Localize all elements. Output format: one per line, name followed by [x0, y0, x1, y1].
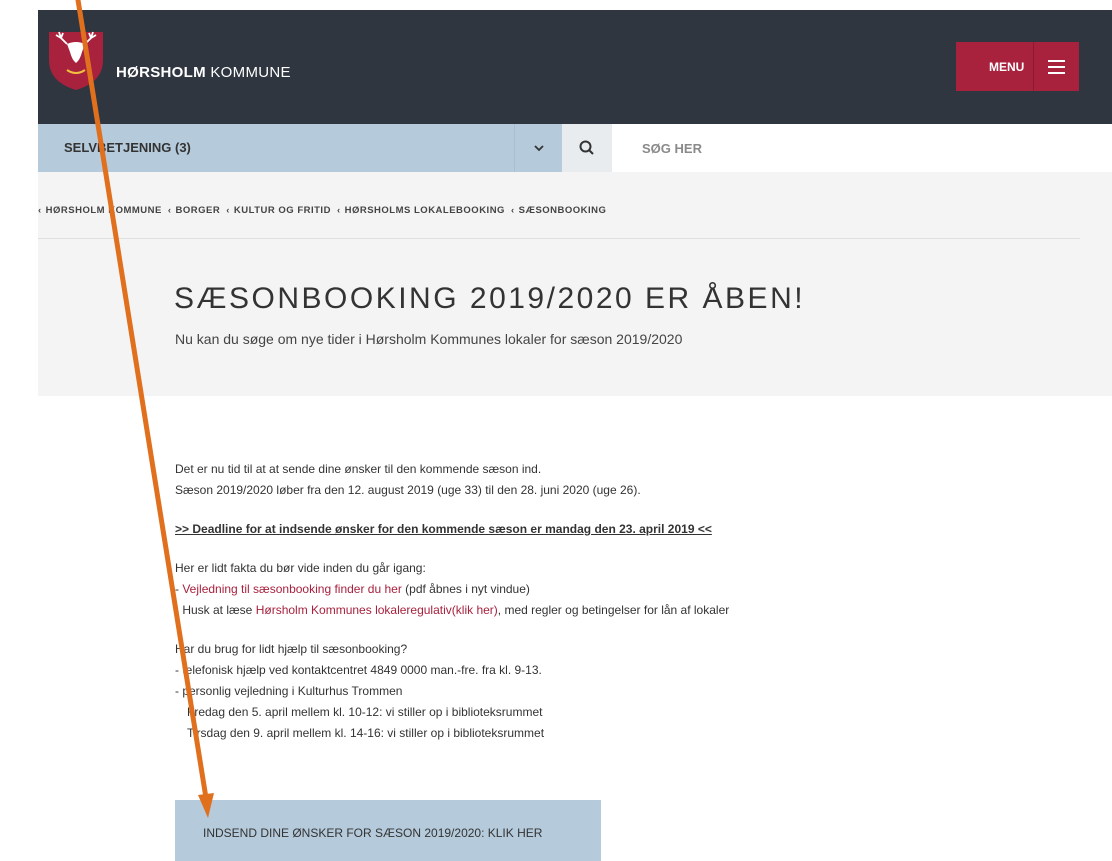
breadcrumb-item[interactable]: KULTUR OG FRITID	[234, 205, 331, 216]
help-item: - telefonisk hjælp ved kontaktcentret 48…	[175, 663, 542, 677]
fact-item: - Husk at læse Hørsholm Kommunes lokaler…	[175, 600, 975, 621]
search-icon	[579, 140, 594, 155]
search-input[interactable]	[612, 124, 1112, 172]
breadcrumb-item[interactable]: HØRSHOLM KOMMUNE	[46, 205, 162, 216]
breadcrumb: ‹ HØRSHOLM KOMMUNE ‹ BORGER ‹ KULTUR OG FRI…	[38, 205, 612, 216]
selfservice-dropdown[interactable]: SELVBETJENING (3)	[38, 124, 514, 172]
municipality-logo[interactable]	[47, 30, 105, 92]
page-subtitle: Nu kan du søge om nye tider i Hørsholm K…	[175, 331, 683, 347]
breadcrumb-item-current[interactable]: SÆSONBOOKING	[519, 205, 607, 216]
fact-item: - Vejledning til sæsonbooking finder du …	[175, 579, 975, 600]
deer-shield-icon	[49, 31, 103, 90]
brand-name-bold: HØRSHOLM	[116, 64, 206, 81]
brand-name-rest: KOMMUNE	[205, 64, 291, 81]
page-title: SÆSONBOOKING 2019/2020 ER ÅBEN!	[174, 282, 806, 315]
intro-line-1: Det er nu tid til at at sende dine ønske…	[175, 462, 542, 476]
breadcrumb-item[interactable]: HØRSHOLMS LOKALEBOOKING	[345, 205, 505, 216]
chevron-down-icon	[533, 145, 544, 152]
intro-line-2: Sæson 2019/2020 løber fra den 12. august…	[175, 483, 641, 497]
search-button[interactable]	[562, 124, 612, 172]
article-body: Det er nu tid til at at sende dine ønske…	[175, 459, 975, 744]
help-item: Tirsdag den 9. april mellem kl. 14-16: v…	[187, 726, 545, 740]
selfservice-toggle[interactable]	[514, 124, 562, 172]
guide-link[interactable]: Vejledning til sæsonbooking finder du he…	[182, 582, 401, 596]
facts-intro: Her er lidt fakta du bør vide inden du g…	[175, 561, 426, 575]
breadcrumb-arrow-icon: ‹	[167, 205, 172, 216]
deadline-notice: >> Deadline for at indsende ønsker for d…	[175, 522, 712, 536]
breadcrumb-arrow-icon: ‹	[510, 205, 515, 216]
brand-name[interactable]: HØRSHOLM KOMMUNE	[116, 64, 291, 81]
selfservice-label: SELVBETJENING (3)	[64, 140, 191, 155]
breadcrumb-arrow-icon: ‹	[38, 205, 42, 216]
fact-suffix: (pdf åbnes i nyt vindue)	[401, 582, 530, 596]
help-intro: Har du brug for lidt hjælp til sæsonbook…	[175, 642, 408, 656]
help-item: - personlig vejledning i Kulturhus Tromm…	[175, 684, 403, 698]
fact-suffix: , med regler og betingelser for lån af l…	[497, 603, 730, 617]
regulation-link[interactable]: Hørsholm Kommunes lokaleregulativ(klik h…	[256, 603, 498, 617]
site-header: HØRSHOLM KOMMUNE MENU	[38, 10, 1112, 124]
hamburger-icon	[1034, 42, 1079, 91]
fact-prefix: - Husk at læse	[175, 603, 256, 617]
menu-button[interactable]: MENU	[956, 42, 1079, 91]
breadcrumb-arrow-icon: ‹	[226, 205, 230, 216]
divider	[38, 238, 1080, 239]
breadcrumb-item[interactable]: BORGER	[176, 205, 221, 216]
breadcrumb-arrow-icon: ‹	[336, 205, 341, 216]
help-item: Fredag den 5. april mellem kl. 10-12: vi…	[187, 705, 543, 719]
submit-wishes-button[interactable]: INDSEND DINE ØNSKER FOR SÆSON 2019/2020:…	[175, 800, 601, 861]
menu-label: MENU	[989, 59, 1025, 74]
